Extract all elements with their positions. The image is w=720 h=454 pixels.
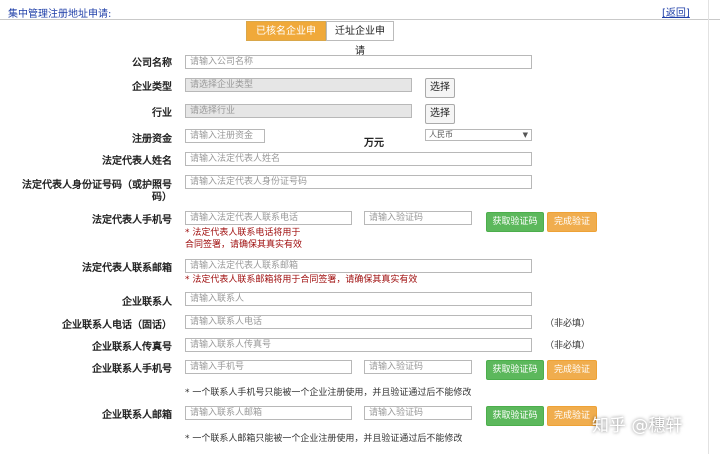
rep-email-warning: * 法定代表人联系邮箱将用于合同签署，请确保其真实有效 <box>185 275 418 285</box>
rep-id-input[interactable]: 请输入法定代表人身份证号码 <box>185 175 532 189</box>
contact-mobile-note: * 一个联系人手机号只能被一个企业注册使用，并且验证通过后不能修改 <box>185 388 472 398</box>
contact-email-code-input[interactable]: 请输入验证码 <box>364 406 472 420</box>
capital-unit: 万元 <box>364 138 384 149</box>
capital-input[interactable]: 请输入注册资金 <box>185 129 265 143</box>
page-title: 集中管理注册地址申请: <box>8 9 112 20</box>
contact-mobile-code-input[interactable]: 请输入验证码 <box>364 360 472 374</box>
tab-named-company[interactable]: 已核名企业申请 <box>246 21 326 57</box>
contact-email-verify-button[interactable]: 完成验证 <box>547 406 597 426</box>
contact-fax-input[interactable]: 请输入联系人传真号 <box>185 338 532 352</box>
contact-fax-optional: （非必填） <box>545 341 591 351</box>
rep-phone-get-code-button[interactable]: 获取验证码 <box>486 212 544 232</box>
currency-value: 人民币 <box>429 130 453 139</box>
contact-tel-input[interactable]: 请输入联系人电话 <box>185 315 532 329</box>
company-type-input[interactable]: 请选择企业类型 <box>185 78 412 92</box>
contact-label: 企业联系人 <box>122 297 172 308</box>
contact-email-label: 企业联系人邮箱 <box>102 410 172 421</box>
contact-mobile-get-code-button[interactable]: 获取验证码 <box>486 360 544 380</box>
industry-select-button[interactable]: 选择 <box>425 104 455 124</box>
right-divider <box>708 0 709 454</box>
contact-email-note: * 一个联系人邮箱只能被一个企业注册使用，并且验证通过后不能修改 <box>185 434 463 444</box>
contact-email-get-code-button[interactable]: 获取验证码 <box>486 406 544 426</box>
tab-relocation-company[interactable]: 迁址企业申请 <box>326 21 394 57</box>
rep-name-label: 法定代表人姓名 <box>102 156 172 167</box>
contact-mobile-input[interactable]: 请输入手机号 <box>185 360 352 374</box>
rep-email-input[interactable]: 请输入法定代表人联系邮箱 <box>185 259 532 273</box>
rep-phone-verify-button[interactable]: 完成验证 <box>547 212 597 232</box>
header-divider <box>0 19 720 20</box>
rep-phone-input[interactable]: 请输入法定代表人联系电话 <box>185 211 352 225</box>
capital-label: 注册资金 <box>132 134 172 145</box>
rep-name-input[interactable]: 请输入法定代表人姓名 <box>185 152 532 166</box>
watermark-text: 知乎 @穗轩 <box>592 416 683 436</box>
company-name-input[interactable]: 请输入公司名称 <box>185 55 532 69</box>
contact-fax-label: 企业联系人传真号 <box>92 342 172 353</box>
contact-mobile-verify-button[interactable]: 完成验证 <box>547 360 597 380</box>
company-type-select-button[interactable]: 选择 <box>425 78 455 98</box>
contact-tel-label: 企业联系人电话（固话） <box>62 320 172 331</box>
company-name-label: 公司名称 <box>132 58 172 69</box>
back-link[interactable]: [返回] <box>662 4 690 19</box>
rep-email-label: 法定代表人联系邮箱 <box>82 263 172 274</box>
rep-phone-code-input[interactable]: 请输入验证码 <box>364 211 472 225</box>
contact-tel-optional: （非必填） <box>545 319 591 329</box>
rep-phone-label: 法定代表人手机号 <box>92 215 172 226</box>
currency-select[interactable]: 人民币 ▼ <box>425 129 532 141</box>
rep-id-label: 法定代表人身份证号码（或护照号码） <box>22 180 172 203</box>
contact-mobile-label: 企业联系人手机号 <box>92 364 172 375</box>
company-type-label: 企业类型 <box>132 82 172 93</box>
chevron-down-icon: ▼ <box>522 131 528 139</box>
rep-phone-warning: * 法定代表人联系电话将用于合同签署，请确保其真实有效 <box>185 228 303 250</box>
industry-input[interactable]: 请选择行业 <box>185 104 412 118</box>
contact-email-input[interactable]: 请输入联系人邮箱 <box>185 406 352 420</box>
industry-label: 行业 <box>152 108 172 119</box>
contact-input[interactable]: 请输入联系人 <box>185 292 532 306</box>
